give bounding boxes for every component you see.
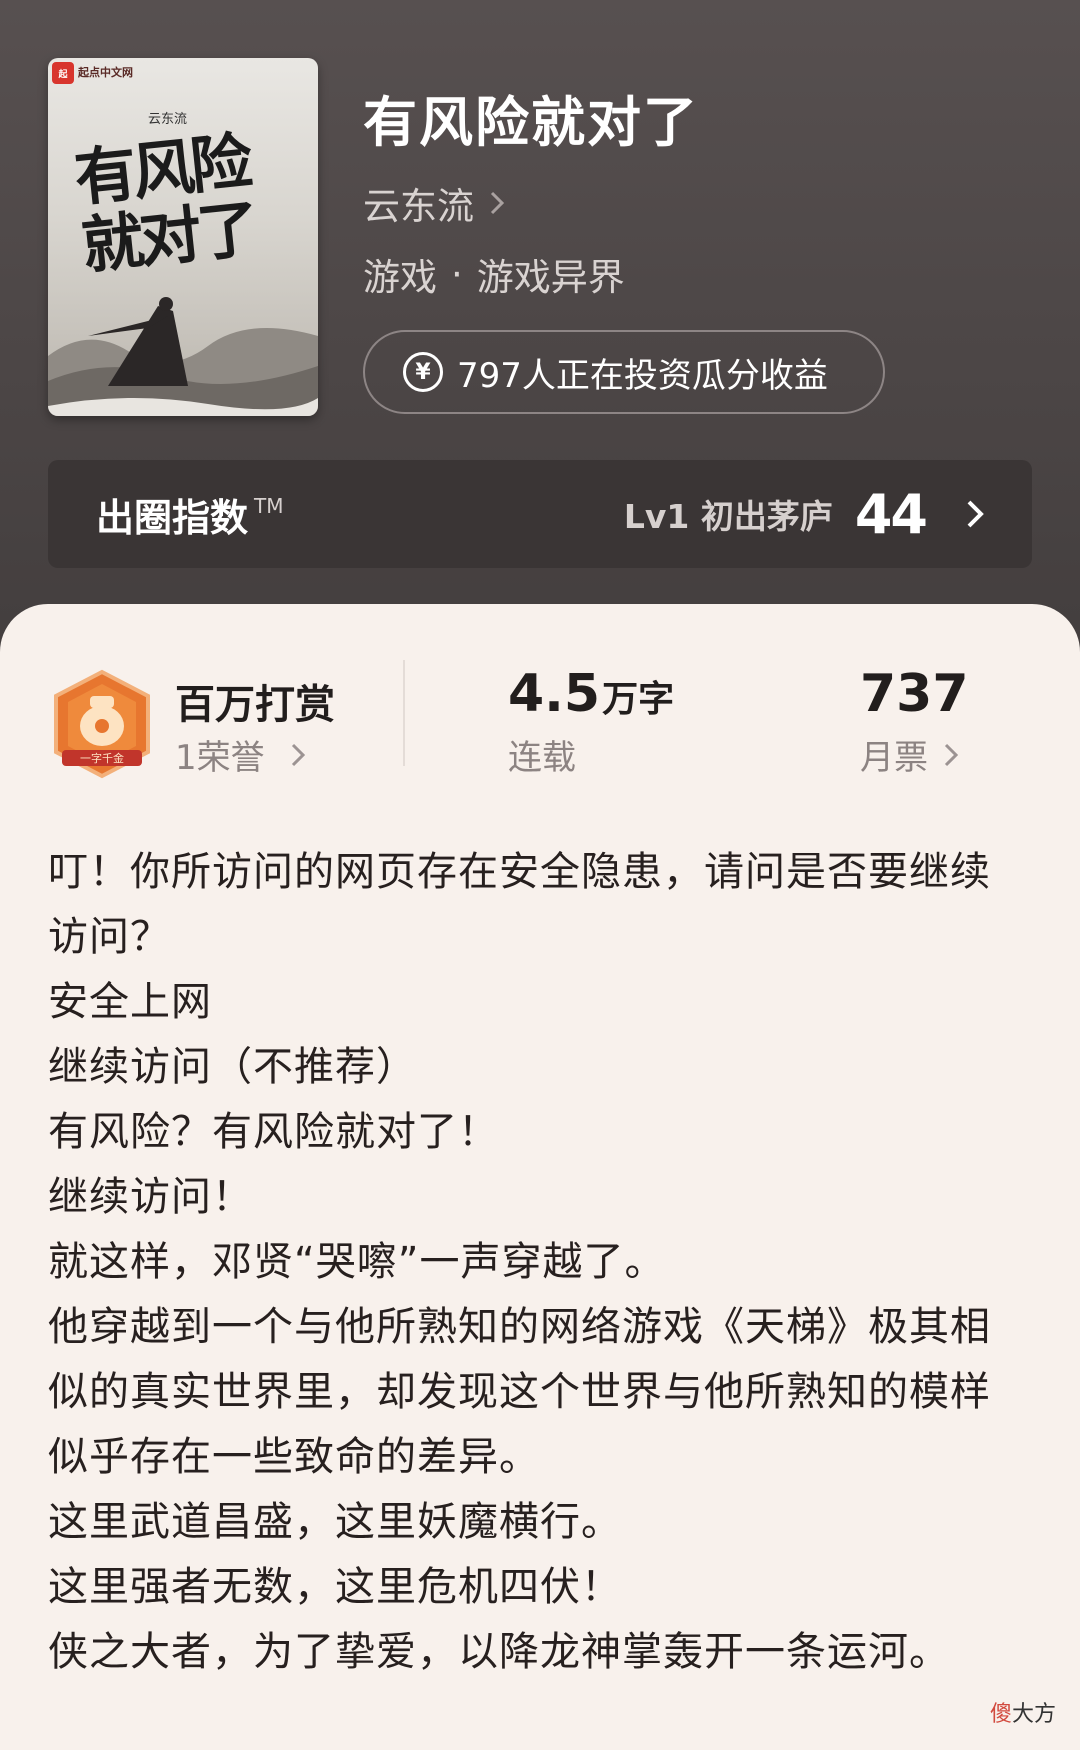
award-honor-link[interactable]: 1荣誉 bbox=[175, 730, 305, 779]
index-right-group: Lv1 初出茅庐 44 bbox=[624, 483, 984, 546]
book-title: 有风险就对了 bbox=[363, 91, 699, 154]
monthly-tickets-link[interactable]: 月票 bbox=[860, 730, 958, 779]
synopsis-line: 继续访问！ bbox=[48, 1174, 253, 1220]
cover-landscape-icon bbox=[48, 297, 318, 416]
word-count: 4.5 万字 bbox=[508, 664, 674, 724]
book-cover[interactable]: 起 起点中文网 云东流 有风险就对了 bbox=[48, 58, 318, 416]
chevron-right-icon bbox=[944, 743, 958, 766]
author-link[interactable]: 云东流 bbox=[363, 176, 504, 230]
book-synopsis[interactable]: 叮！你所访问的网页存在安全隐患，请问是否要继续访问？ 安全上网 继续访问（不推荐… bbox=[48, 840, 1008, 1685]
award-sub: 1荣誉 bbox=[175, 738, 265, 778]
watermark-rest: 大方 bbox=[1012, 1702, 1057, 1727]
monthly-tickets-label: 月票 bbox=[860, 738, 928, 778]
yen-icon: ¥ bbox=[403, 352, 443, 392]
breakout-index-bar[interactable]: 出圈指数 TM Lv1 初出茅庐 44 bbox=[48, 460, 1032, 568]
synopsis-line: 安全上网 bbox=[48, 979, 212, 1025]
trademark-mark: TM bbox=[254, 494, 284, 518]
synopsis-line: 侠之大者，为了挚爱，以降龙神掌轰开一条运河。 bbox=[48, 1629, 950, 1675]
genre-separator: · bbox=[451, 252, 463, 296]
genre-main[interactable]: 游戏 bbox=[363, 247, 437, 301]
watermark: 傻大方 bbox=[990, 1696, 1056, 1728]
chevron-right-icon bbox=[291, 743, 305, 766]
cover-publisher: 起点中文网 bbox=[78, 66, 133, 79]
synopsis-line: 继续访问（不推荐） bbox=[48, 1044, 417, 1090]
award-badge-icon[interactable]: 一字千金 bbox=[48, 668, 156, 780]
invest-text: 797人正在投资瓜分收益 bbox=[457, 355, 828, 396]
publisher-logo-icon: 起 bbox=[52, 62, 74, 84]
synopsis-line: 这里武道昌盛，这里妖魔横行。 bbox=[48, 1499, 622, 1545]
synopsis-line: 这里强者无数，这里危机四伏！ bbox=[48, 1564, 622, 1610]
index-score: 44 bbox=[854, 482, 928, 546]
genre-row: 游戏 · 游戏异界 bbox=[363, 247, 625, 301]
synopsis-line: 就这样，邓贤“哭嚓”一声穿越了。 bbox=[48, 1239, 666, 1285]
serial-status: 连载 bbox=[508, 738, 576, 778]
synopsis-line: 叮！你所访问的网页存在安全隐患，请问是否要继续访问？ bbox=[48, 849, 991, 960]
badge-label: 一字千金 bbox=[80, 751, 124, 765]
award-name[interactable]: 百万打赏 bbox=[175, 672, 335, 730]
monthly-tickets-value: 737 bbox=[860, 664, 969, 724]
index-level: Lv1 初出茅庐 bbox=[623, 497, 833, 536]
cover-author: 云东流 bbox=[148, 112, 188, 127]
invest-button[interactable]: ¥ 797人正在投资瓜分收益 bbox=[363, 330, 885, 414]
author-name: 云东流 bbox=[363, 185, 474, 228]
stat-divider bbox=[403, 660, 405, 766]
chevron-right-icon bbox=[490, 191, 504, 215]
synopsis-line: 他穿越到一个与他所熟知的网络游戏《天梯》极其相似的真实世界里，却发现这个世界与他… bbox=[48, 1304, 991, 1480]
synopsis-line: 有风险？有风险就对了！ bbox=[48, 1109, 499, 1155]
word-count-unit: 万字 bbox=[602, 679, 675, 720]
chevron-right-icon bbox=[967, 500, 984, 528]
index-label: 出圈指数 bbox=[96, 495, 249, 540]
word-count-value: 4.5 bbox=[508, 664, 601, 724]
watermark-first-char: 傻 bbox=[990, 1702, 1013, 1727]
genre-sub[interactable]: 游戏异界 bbox=[477, 247, 625, 301]
cover-title: 有风险就对了 bbox=[71, 124, 260, 283]
status-label: 连载 bbox=[508, 730, 576, 779]
